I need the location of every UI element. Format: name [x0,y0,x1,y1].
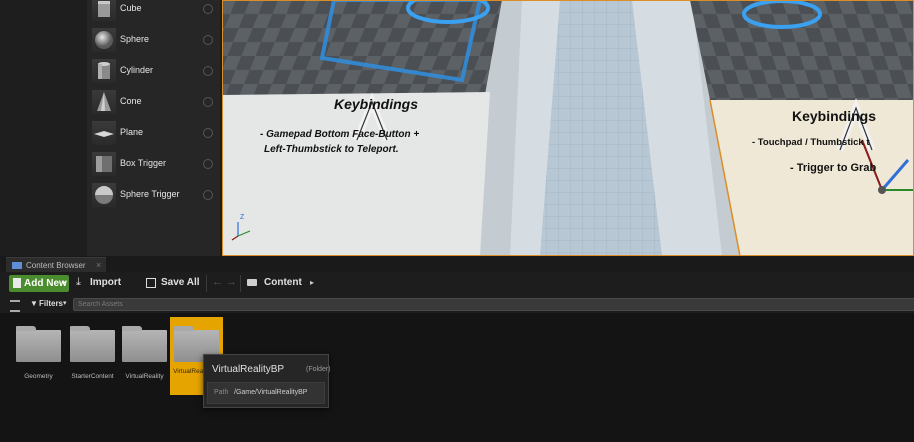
dropdown-arrow-icon: ▾ [62,280,66,287]
add-new-button[interactable]: Add New ▾ [9,275,69,292]
breadcrumb-label: Content [264,277,302,288]
dropdown-arrow-icon: ▾ [63,300,67,307]
breadcrumb-content[interactable]: Content ▸ [247,276,327,292]
sphere-icon [92,28,116,52]
import-icon: ⤓ [76,276,81,288]
place-item-label: Box Trigger [120,158,167,168]
sphere-trigger-icon [92,183,116,207]
folder-starter-content[interactable]: StarterContent [66,317,119,395]
toolbar-divider [206,275,207,292]
filters-button[interactable]: ▼ Filters ▾ [24,298,70,311]
tooltip-name: VirtualRealityBP [212,364,285,375]
plane-icon [92,121,116,145]
info-icon[interactable] [203,4,213,14]
place-item-label: Cube [120,3,142,13]
left-sign-line2: Left-Thumbstick to Teleport. [264,144,399,155]
place-item-box-trigger[interactable]: Box Trigger [87,150,220,181]
folder-icon [247,279,257,286]
chevron-right-icon[interactable]: ▸ [310,278,314,287]
import-label: Import [90,277,122,288]
left-sign-title: Keybindings [334,96,419,112]
place-item-plane[interactable]: Plane [87,119,220,150]
place-item-sphere-trigger[interactable]: Sphere Trigger [87,181,220,212]
close-icon[interactable]: × [96,260,101,270]
info-icon[interactable] [203,128,213,138]
folder-label: StarterContent [71,373,114,380]
folder-tooltip: VirtualRealityBP (Folder) Path /Game/Vir… [203,354,331,408]
folder-geometry[interactable]: Geometry [12,317,65,395]
folder-virtual-reality[interactable]: VirtualReality [118,317,171,395]
level-viewport[interactable]: Keybindings - Gamepad Bottom Face-Button… [222,0,914,256]
place-item-label: Plane [120,127,144,137]
info-icon[interactable] [203,190,213,200]
import-button[interactable]: ⤓ Import [76,276,132,292]
search-assets-input[interactable] [73,298,914,311]
filters-label: Filters [39,299,64,308]
place-item-sphere[interactable]: Sphere [87,26,220,57]
folder-label: VirtualReality [125,373,164,380]
cone-icon [92,90,116,114]
place-item-cone[interactable]: Cone [87,88,220,119]
forward-arrow-icon[interactable]: → [226,276,237,288]
content-browser-tabbar: Content Browser × [0,256,914,273]
right-sign-line1: - Touchpad / Thumbstick t [752,137,870,148]
folder-icon [122,326,167,362]
viewport-scene [222,0,914,256]
place-item-label: Sphere [120,34,150,44]
place-item-label: Cone [120,96,142,106]
left-sign-line1: - Gamepad Bottom Face-Button + [260,129,420,140]
place-item-cube[interactable]: Cube [87,0,220,26]
folder-label: Geometry [24,373,53,380]
right-sign-line2: - Trigger to Grab [790,162,877,174]
funnel-icon: ▼ [30,299,38,308]
tooltip-path-label: Path [214,389,229,396]
place-item-label: Cylinder [120,65,154,75]
place-item-label: Sphere Trigger [120,189,180,199]
content-browser-toolbar: Add New ▾ ⤓ Import Save All ← → Content … [0,272,914,296]
cube-icon [92,0,116,21]
sources-toggle-icon[interactable] [10,300,20,312]
info-icon[interactable] [203,35,213,45]
folder-icon [70,326,115,362]
info-icon[interactable] [203,66,213,76]
place-actors-panel: Cube Sphere Cylinder Cone Plane Box Trig… [0,0,222,256]
content-browser-icon [12,262,22,269]
add-new-label: Add New [24,278,67,289]
filter-search-row: ▼ Filters ▾ [0,296,914,313]
cylinder-icon [92,59,116,83]
back-arrow-icon[interactable]: ← [212,276,223,288]
save-all-button[interactable]: Save All [146,276,204,292]
tooltip-path: /Game/VirtualRealityBP [234,389,308,396]
tooltip-kind: (Folder) [306,366,331,373]
info-icon[interactable] [203,97,213,107]
toolbar-divider [240,275,241,292]
asset-view[interactable]: Geometry StarterContent VirtualReality V… [0,313,914,442]
axis-z-label: Z [240,214,245,221]
info-icon[interactable] [203,159,213,169]
tab-label: Content Browser [26,261,86,270]
tab-content-browser[interactable]: Content Browser × [6,257,106,273]
save-icon [146,278,156,288]
box-trigger-icon [92,152,116,176]
right-sign-title: Keybindings [792,108,877,124]
save-all-label: Save All [161,277,200,288]
add-file-icon [13,278,21,288]
tooltip-path-row: Path /Game/VirtualRealityBP [207,382,325,404]
folder-icon [16,326,61,362]
place-item-cylinder[interactable]: Cylinder [87,57,220,88]
